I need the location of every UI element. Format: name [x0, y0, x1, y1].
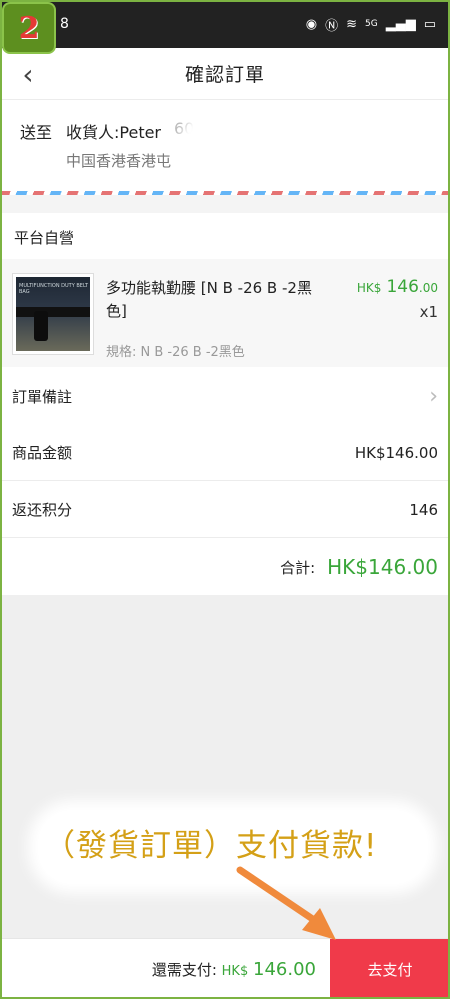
wifi-icon: ≋ — [346, 16, 357, 32]
product-item[interactable]: MULTIFUNCTION DUTY BELT BAG 多功能執勤腰 [N B … — [0, 259, 450, 367]
product-thumbnail[interactable]: MULTIFUNCTION DUTY BELT BAG — [12, 273, 94, 355]
nav-bar: ‹ 確認訂單 — [0, 48, 450, 100]
nfc-icon: Ⓝ — [325, 18, 339, 34]
points-label: 返还积分 — [12, 501, 73, 519]
product-name: 多功能執勤腰 [N B -26 B -2黑色] — [106, 279, 312, 320]
order-remark-row[interactable]: 訂單備註 › — [0, 367, 450, 425]
store-name: 平台自營 — [0, 213, 450, 259]
total-value: HK$146.00 — [327, 555, 438, 579]
section-gap — [0, 195, 450, 213]
address-section[interactable]: 送至 收貨人:Peter 60 中国香港香港屯 — [0, 101, 450, 197]
status-time: 8 — [60, 16, 69, 32]
remark-label: 訂單備註 — [12, 387, 73, 406]
page-title: 確認訂單 — [184, 64, 265, 86]
goods-amount-label: 商品金额 — [12, 444, 73, 462]
status-bar: 8 ◉ Ⓝ ≋ 5G ▂▄▆ ▭ — [0, 0, 450, 48]
step-badge: 2 — [2, 2, 56, 54]
amount-due-label: 還需支付: — [151, 961, 217, 979]
address-detail: 中国香港香港屯 — [66, 152, 172, 170]
price-int: 146 — [386, 277, 419, 297]
signal-icon: ▂▄▆ — [385, 16, 416, 32]
thumb-label: MULTIFUNCTION DUTY BELT BAG — [19, 283, 89, 295]
goods-amount-row: 商品金额 HK$146.00 — [0, 425, 450, 481]
ship-to-label: 送至 — [20, 123, 53, 142]
annotation-arrow-icon — [236, 866, 336, 940]
price-currency: HK$ — [356, 281, 382, 295]
amount-due: 還需支付: HK$ 146.00 — [152, 959, 316, 980]
total-label: 合計: — [280, 558, 316, 577]
status-icons: ◉ Ⓝ ≋ 5G ▂▄▆ ▭ — [306, 15, 436, 34]
eye-icon: ◉ — [305, 16, 318, 32]
amount-due-value: 146.00 — [253, 959, 316, 980]
empty-area — [0, 595, 450, 938]
network-label: 5G — [365, 19, 378, 29]
bottom-bar: 還需支付: HK$ 146.00 去支付 — [0, 938, 450, 999]
points-row: 返还积分 146 — [0, 482, 450, 538]
product-spec: 規格: N B -26 B -2黑色 — [106, 345, 245, 360]
receiver-name: 收貨人:Peter — [66, 123, 162, 142]
annotation-text: （發貨訂單）支付貨款! — [44, 828, 378, 864]
goods-amount-value: HK$146.00 — [354, 443, 438, 462]
privacy-blur — [180, 113, 310, 175]
step-number: 2 — [18, 10, 40, 46]
amount-due-currency: HK$ — [221, 964, 249, 979]
total-row: 合計: HK$146.00 — [0, 539, 450, 595]
product-quantity: x1 — [419, 303, 438, 321]
product-price: HK$ 146.00 — [357, 277, 438, 297]
points-value: 146 — [409, 500, 438, 519]
back-chevron-icon[interactable]: ‹ — [10, 56, 46, 92]
chevron-right-icon: › — [429, 383, 438, 409]
price-dec: .00 — [418, 281, 438, 295]
pay-button[interactable]: 去支付 — [330, 939, 450, 999]
battery-icon: ▭ — [423, 16, 436, 32]
